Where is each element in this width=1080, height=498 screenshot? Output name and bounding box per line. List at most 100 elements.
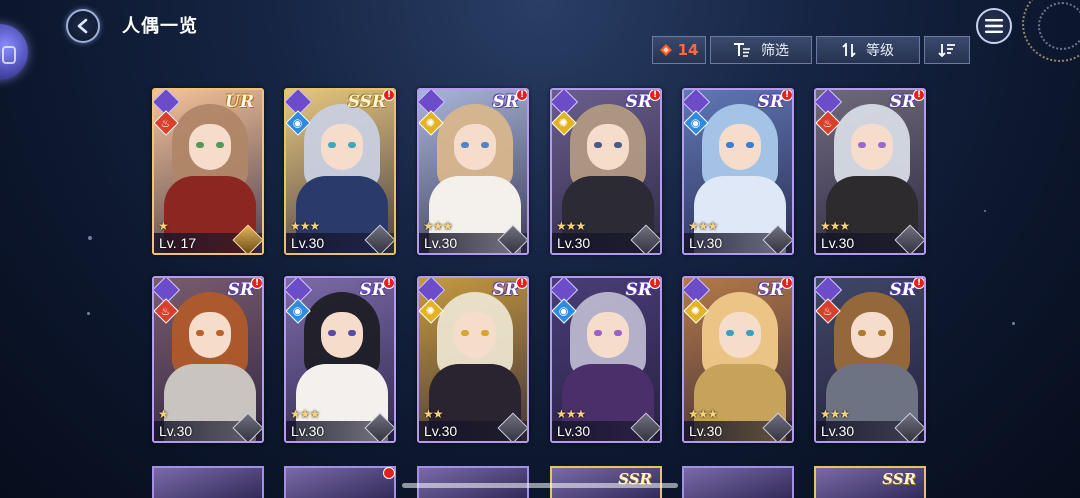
character-face (454, 124, 496, 170)
star-rating: ★ (158, 219, 169, 233)
doll-card-partial[interactable] (152, 466, 264, 498)
character-face (189, 124, 231, 170)
menu-button[interactable] (976, 8, 1012, 44)
character-eye (878, 142, 886, 148)
character-eye (746, 142, 754, 148)
doll-card[interactable]: ◉ SR ★★★ Lv.30 ! (550, 276, 662, 443)
filter-button[interactable]: 筛选 (710, 36, 812, 64)
character-eye (461, 142, 469, 148)
doll-count-display: 14 (652, 36, 706, 64)
sparkle (1012, 322, 1015, 325)
character-face (851, 312, 893, 358)
doll-card-partial[interactable]: SSR (550, 466, 662, 498)
doll-card[interactable]: ♨ SR ★★★ Lv.30 ! (814, 88, 926, 255)
alert-badge: ! (383, 278, 394, 289)
character-eye (481, 142, 489, 148)
doll-card[interactable]: ✺ SR ★★★ Lv.30 ! (550, 88, 662, 255)
sort-label: 等级 (866, 43, 894, 59)
doll-card[interactable]: ♨ UR ★ Lv. 17 (152, 88, 264, 255)
toolbar: 14 筛选 等级 (652, 36, 970, 64)
alert-badge: ! (781, 90, 792, 101)
back-button[interactable] (62, 8, 104, 44)
side-drawer-handle[interactable] (0, 24, 28, 80)
alert-badge: ! (649, 90, 660, 101)
page-title: 人偶一览 (122, 16, 198, 37)
character-face (851, 124, 893, 170)
character-eye (481, 330, 489, 336)
character-eye (461, 330, 469, 336)
filter-icon (734, 43, 750, 57)
level-label: Lv.30 (689, 423, 723, 439)
character-face (587, 312, 629, 358)
star-rating: ★★★ (820, 219, 850, 233)
character-face (454, 312, 496, 358)
level-label: Lv.30 (291, 235, 325, 251)
alert-badge (383, 467, 395, 479)
character-eye (594, 330, 602, 336)
level-label: Lv.30 (557, 235, 591, 251)
doll-card[interactable]: ✺ SR ★★★ Lv.30 ! (417, 88, 529, 255)
character-eye (614, 330, 622, 336)
rarity-label: UR (225, 92, 254, 112)
level-label: Lv.30 (689, 235, 723, 251)
hamburger-icon (985, 19, 1003, 33)
alert-badge: ! (516, 90, 527, 101)
sort-descending-icon (938, 44, 955, 57)
character-eye (348, 142, 356, 148)
decorative-halo (1022, 0, 1080, 62)
doll-card-partial[interactable] (682, 466, 794, 498)
character-face (719, 312, 761, 358)
home-indicator (402, 483, 678, 488)
character-eye (196, 330, 204, 336)
character-eye (348, 330, 356, 336)
level-label: Lv. 17 (159, 235, 197, 251)
character-face (719, 124, 761, 170)
character-eye (858, 330, 866, 336)
level-label: Lv.30 (821, 235, 855, 251)
star-rating: ★★ (423, 407, 443, 421)
character-eye (328, 330, 336, 336)
doll-card[interactable]: ♨ SR ★ Lv.30 ! (152, 276, 264, 443)
back-arrow-icon (66, 9, 100, 43)
star-rating: ★★★ (556, 219, 586, 233)
diamond-icon (659, 44, 672, 56)
alert-badge: ! (383, 90, 394, 101)
doll-card[interactable]: ✺ SR ★★ Lv.30 ! (417, 276, 529, 443)
character-eye (726, 330, 734, 336)
sort-order-button[interactable] (924, 36, 970, 64)
doll-card[interactable]: ◉ SR ★★★ Lv.30 ! (682, 88, 794, 255)
character-face (321, 312, 363, 358)
star-rating: ★★★ (290, 407, 320, 421)
doll-card[interactable]: ◉ SSR ★★★ Lv.30 ! (284, 88, 396, 255)
level-label: Lv.30 (159, 423, 193, 439)
alert-badge: ! (516, 278, 527, 289)
doll-card-partial[interactable] (417, 466, 529, 498)
character-eye (216, 330, 224, 336)
star-rating: ★★★ (423, 219, 453, 233)
filter-label: 筛选 (761, 43, 789, 59)
rarity-label: SSR (882, 470, 916, 488)
level-label: Lv.30 (424, 235, 458, 251)
sparkle (88, 236, 92, 240)
doll-card[interactable]: ♨ SR ★★★ Lv.30 ! (814, 276, 926, 443)
character-face (587, 124, 629, 170)
sparkle (87, 312, 90, 315)
character-eye (196, 142, 204, 148)
doll-card-partial[interactable]: SSR (814, 466, 926, 498)
character-face (321, 124, 363, 170)
doll-card[interactable]: ✺ SR ★★★ Lv.30 ! (682, 276, 794, 443)
character-eye (746, 330, 754, 336)
sort-level-button[interactable]: 等级 (816, 36, 920, 64)
rarity-label: SSR (347, 92, 386, 112)
character-eye (878, 330, 886, 336)
screen: 人偶一览 14 筛选 等级 ♨ UR ★ Lv. 17 ◉ SSR ★★★ Lv… (0, 0, 1080, 498)
level-label: Lv.30 (424, 423, 458, 439)
character-eye (594, 142, 602, 148)
character-eye (858, 142, 866, 148)
star-rating: ★★★ (688, 407, 718, 421)
character-eye (216, 142, 224, 148)
doll-card[interactable]: ◉ SR ★★★ Lv.30 ! (284, 276, 396, 443)
doll-card-partial[interactable] (284, 466, 396, 498)
level-label: Lv.30 (821, 423, 855, 439)
alert-badge: ! (913, 278, 924, 289)
